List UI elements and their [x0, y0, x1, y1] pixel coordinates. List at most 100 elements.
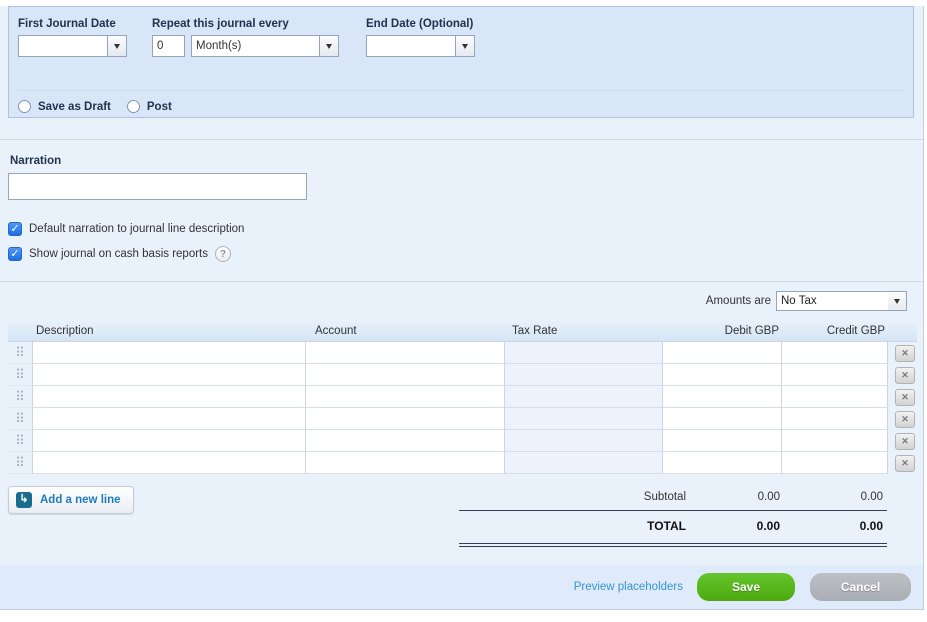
tax-rate-cell	[505, 386, 663, 408]
default-narration-label: Default narration to journal line descri…	[29, 223, 244, 235]
description-cell[interactable]	[32, 408, 306, 430]
chevron-down-icon	[114, 44, 120, 49]
first-journal-date-input[interactable]	[18, 35, 108, 57]
first-journal-date-label: First Journal Date	[18, 18, 127, 30]
description-cell[interactable]	[32, 342, 306, 364]
repeating-journal-form: First Journal Date Repeat this journal e…	[0, 6, 924, 610]
debit-cell[interactable]	[663, 408, 782, 430]
repeat-group: Repeat this journal every	[152, 18, 339, 57]
credit-cell[interactable]	[782, 452, 888, 474]
description-cell[interactable]	[32, 386, 306, 408]
credit-cell[interactable]	[782, 386, 888, 408]
description-cell[interactable]	[32, 452, 306, 474]
total-label: TOTAL	[459, 519, 686, 533]
account-cell[interactable]	[306, 452, 505, 474]
total-debit-value: 0.00	[686, 519, 781, 533]
account-cell[interactable]	[306, 408, 505, 430]
repeat-unit-dropdown-button[interactable]	[319, 35, 339, 57]
end-date-label: End Date (Optional)	[366, 18, 475, 30]
preview-placeholders-link[interactable]: Preview placeholders	[574, 581, 683, 593]
delete-line-button[interactable]: ✕	[895, 455, 915, 472]
column-header-debit: Debit GBP	[663, 325, 782, 337]
repeat-unit-input[interactable]	[191, 35, 320, 57]
journal-line-row: ⠿ ✕	[8, 430, 917, 452]
debit-cell[interactable]	[663, 364, 782, 386]
first-journal-date-dropdown-button[interactable]	[107, 35, 127, 57]
table-header: Description Account Tax Rate Debit GBP C…	[8, 321, 917, 341]
divider	[0, 139, 923, 140]
delete-line-button[interactable]: ✕	[895, 367, 915, 384]
amounts-are-label: Amounts are	[706, 295, 771, 307]
column-header-account: Account	[306, 325, 505, 337]
journal-line-row: ⠿ ✕	[8, 408, 917, 430]
totals-block: Subtotal 0.00 0.00 TOTAL 0.00 0.00	[459, 484, 887, 547]
footer-bar: Preview placeholders Save Cancel	[0, 565, 923, 610]
subtotal-credit-value: 0.00	[781, 491, 887, 503]
account-cell[interactable]	[306, 430, 505, 452]
end-date-input[interactable]	[366, 35, 456, 57]
tax-rate-cell	[505, 342, 663, 364]
column-header-credit: Credit GBP	[782, 325, 888, 337]
narration-input[interactable]	[8, 173, 307, 200]
delete-line-button[interactable]: ✕	[895, 345, 915, 362]
credit-cell[interactable]	[782, 430, 888, 452]
delete-line-button[interactable]: ✕	[895, 389, 915, 406]
description-cell[interactable]	[32, 364, 306, 386]
subtotal-label: Subtotal	[459, 491, 686, 503]
drag-handle-icon[interactable]: ⠿	[8, 430, 32, 452]
account-cell[interactable]	[306, 342, 505, 364]
drag-handle-icon[interactable]: ⠿	[8, 342, 32, 364]
tax-rate-cell	[505, 452, 663, 474]
journal-line-row: ⠿ ✕	[8, 364, 917, 386]
total-credit-value: 0.00	[781, 519, 887, 533]
add-new-line-button[interactable]: ↳ Add a new line	[8, 486, 134, 514]
drag-handle-icon[interactable]: ⠿	[8, 364, 32, 386]
repeat-label: Repeat this journal every	[152, 18, 339, 30]
drag-handle-icon[interactable]: ⠿	[8, 408, 32, 430]
credit-cell[interactable]	[782, 408, 888, 430]
debit-cell[interactable]	[663, 430, 782, 452]
post-label: Post	[147, 101, 172, 113]
default-narration-checkbox[interactable]: ✓	[8, 222, 22, 236]
tax-rate-cell	[505, 408, 663, 430]
debit-cell[interactable]	[663, 342, 782, 364]
debit-cell[interactable]	[663, 452, 782, 474]
cash-basis-label: Show journal on cash basis reports	[29, 248, 208, 260]
save-button[interactable]: Save	[697, 573, 795, 601]
subtotal-debit-value: 0.00	[686, 491, 781, 503]
panel-separator	[18, 90, 904, 91]
help-icon[interactable]: ?	[215, 246, 231, 262]
tax-mode-selected-value: No Tax	[777, 295, 888, 307]
account-cell[interactable]	[306, 386, 505, 408]
post-radio[interactable]	[127, 100, 140, 113]
delete-line-button[interactable]: ✕	[895, 411, 915, 428]
narration-label: Narration	[10, 155, 923, 167]
tax-mode-select[interactable]: No Tax	[776, 291, 907, 311]
cancel-button[interactable]: Cancel	[810, 573, 911, 601]
drag-handle-icon[interactable]: ⠿	[8, 386, 32, 408]
description-cell[interactable]	[32, 430, 306, 452]
chevron-down-icon	[462, 44, 468, 49]
end-date-dropdown-button[interactable]	[455, 35, 475, 57]
repeat-interval-input[interactable]	[152, 35, 185, 57]
credit-cell[interactable]	[782, 364, 888, 386]
schedule-panel: First Journal Date Repeat this journal e…	[8, 6, 914, 118]
chevron-down-icon	[888, 292, 906, 310]
chevron-down-icon	[326, 44, 332, 49]
cash-basis-checkbox[interactable]: ✓	[8, 247, 22, 261]
column-header-tax-rate: Tax Rate	[505, 325, 663, 337]
divider	[0, 281, 923, 282]
add-line-arrow-icon: ↳	[16, 492, 32, 508]
drag-handle-icon[interactable]: ⠿	[8, 452, 32, 474]
add-line-label: Add a new line	[40, 494, 121, 506]
save-as-draft-radio[interactable]	[18, 100, 31, 113]
journal-lines-table: Description Account Tax Rate Debit GBP C…	[8, 321, 917, 474]
first-journal-date-group: First Journal Date	[18, 18, 127, 57]
journal-lines: ⠿ ✕ ⠿ ✕ ⠿	[8, 341, 917, 474]
credit-cell[interactable]	[782, 342, 888, 364]
journal-line-row: ⠿ ✕	[8, 386, 917, 408]
debit-cell[interactable]	[663, 386, 782, 408]
delete-line-button[interactable]: ✕	[895, 433, 915, 450]
account-cell[interactable]	[306, 364, 505, 386]
tax-rate-cell	[505, 364, 663, 386]
